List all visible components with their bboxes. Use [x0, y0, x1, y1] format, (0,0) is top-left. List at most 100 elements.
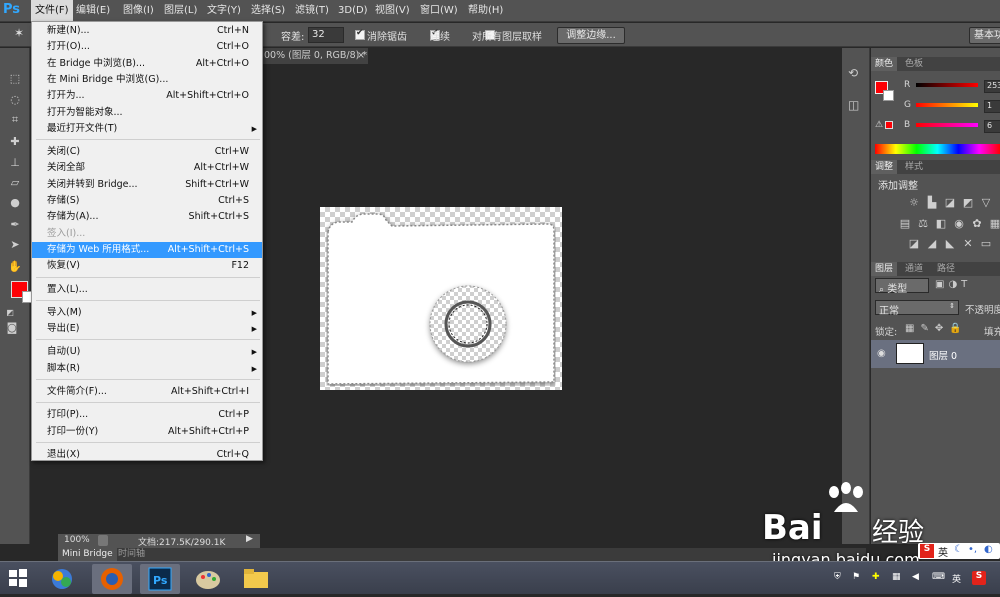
blur-icon[interactable]: ●	[7, 196, 23, 210]
file-menu-item[interactable]: 新建(N)... Ctrl+N	[32, 23, 262, 39]
menu-select[interactable]: 选择(S)	[247, 0, 289, 22]
g-slider[interactable]	[916, 103, 978, 107]
photoshop-taskbar-icon[interactable]: Ps	[140, 564, 180, 594]
volume-icon[interactable]: ◀	[912, 572, 919, 582]
g-value[interactable]: 1	[984, 100, 1000, 113]
ime-mode[interactable]: 英	[938, 544, 948, 559]
file-menu-item[interactable]: 关闭并转到 Bridge... Shift+Ctrl+W	[32, 177, 262, 193]
firefox-icon[interactable]	[92, 564, 132, 594]
file-menu-item[interactable]: 打印一份(Y) Alt+Shift+Ctrl+P	[32, 424, 262, 440]
layer-name[interactable]: 图层 0	[929, 348, 957, 362]
tab-adjustments[interactable]: 调整	[871, 160, 898, 174]
file-menu-item[interactable]: 导入(M) ▶	[32, 305, 262, 321]
menu-window[interactable]: 窗口(W)	[416, 0, 462, 22]
zoom-level[interactable]: 100%	[64, 535, 90, 545]
punctuation-icon[interactable]: •,	[968, 544, 977, 555]
status-menu-icon[interactable]	[98, 535, 108, 546]
eraser-icon[interactable]: ▱	[7, 176, 23, 190]
tab-paths[interactable]: 路径	[933, 262, 959, 276]
bw-icon[interactable]: ◧	[935, 218, 947, 230]
tab-timeline[interactable]: 时间轴	[114, 548, 149, 561]
menu-edit[interactable]: 编辑(E)	[72, 0, 114, 22]
tab-mini-bridge[interactable]: Mini Bridge	[58, 548, 117, 561]
pen-icon[interactable]: ✒	[7, 218, 23, 232]
input-language[interactable]: 英	[952, 572, 961, 585]
file-menu-item[interactable]: 打印(P)... Ctrl+P	[32, 407, 262, 423]
tab-swatches[interactable]: 色板	[901, 57, 927, 71]
color-spectrum[interactable]	[875, 144, 1000, 154]
menu-filter[interactable]: 滤镜(T)	[291, 0, 333, 22]
explorer-icon[interactable]	[236, 564, 276, 594]
menu-view[interactable]: 视图(V)	[371, 0, 414, 22]
tolerance-input[interactable]: 32	[308, 27, 344, 43]
crop-icon[interactable]: ⌗	[7, 113, 23, 127]
windows-start-icon[interactable]	[8, 568, 28, 588]
stamp-icon[interactable]: ⊥	[7, 156, 23, 170]
security-icon[interactable]: ✚	[872, 572, 880, 582]
file-menu-item[interactable]: 恢复(V) F12	[32, 258, 262, 274]
file-menu-item[interactable]: 关闭(C) Ctrl+W	[32, 144, 262, 160]
tab-styles[interactable]: 样式	[901, 160, 927, 174]
posterize-icon[interactable]: ◢	[926, 238, 938, 250]
antialias-checkbox[interactable]	[355, 28, 365, 40]
menu-type[interactable]: 文字(Y)	[203, 0, 245, 22]
gradient-map-icon[interactable]: ▭	[980, 238, 992, 250]
color-lookup-icon[interactable]: ▦	[989, 218, 1000, 230]
file-menu-item[interactable]: 打开(O)... Ctrl+O	[32, 39, 262, 55]
close-tab-icon[interactable]: ×	[357, 48, 365, 64]
lock-icons[interactable]: ▦✎✥🔒	[905, 323, 968, 334]
file-menu-item[interactable]: 打开为智能对象...	[32, 105, 262, 121]
tab-color[interactable]: 颜色	[871, 57, 898, 71]
taskbar-app-icon[interactable]	[42, 564, 82, 594]
hand-icon[interactable]: ✋	[7, 260, 23, 274]
levels-icon[interactable]: ▙	[926, 197, 938, 209]
sogou-ime-icon[interactable]: S	[920, 544, 934, 558]
file-menu-item[interactable]: 在 Bridge 中浏览(B)... Alt+Ctrl+O	[32, 56, 262, 72]
quick-mask-icon[interactable]: ◙	[4, 321, 20, 335]
document-canvas[interactable]	[320, 207, 562, 390]
file-menu-item[interactable]: 自动(U) ▶	[32, 344, 262, 360]
properties-icon[interactable]: ◫	[848, 98, 859, 112]
workspace-button[interactable]: 基本功	[969, 27, 1000, 44]
history-icon[interactable]: ⟲	[848, 66, 858, 80]
hue-sat-icon[interactable]: ▤	[899, 218, 911, 230]
swap-colors-icon[interactable]: ◩	[2, 306, 18, 320]
menu-layer[interactable]: 图层(L)	[160, 0, 201, 22]
layer-filter-icons[interactable]: ▣◑T	[935, 279, 971, 290]
paint-icon[interactable]	[188, 564, 228, 594]
gamut-swatch[interactable]	[885, 121, 893, 129]
file-menu-item[interactable]: 导出(E) ▶	[32, 321, 262, 337]
brightness-icon[interactable]: ☼	[908, 197, 920, 209]
photo-filter-icon[interactable]: ◉	[953, 218, 965, 230]
tab-layers[interactable]: 图层	[871, 262, 898, 276]
shield-icon[interactable]: ⛨	[834, 572, 841, 582]
invert-icon[interactable]: ◪	[908, 238, 920, 250]
lasso-icon[interactable]: ◌	[7, 93, 23, 107]
file-menu-item[interactable]: 关闭全部 Alt+Ctrl+W	[32, 160, 262, 176]
ime-skin-icon[interactable]: ◐	[984, 544, 993, 555]
refine-edge-button[interactable]: 调整边缘...	[557, 27, 625, 44]
visibility-eye-icon[interactable]: ◉	[877, 348, 886, 359]
exposure-icon[interactable]: ◩	[962, 197, 974, 209]
sogou-icon[interactable]: S	[972, 571, 986, 585]
file-menu-item[interactable]: 存储为(A)... Shift+Ctrl+S	[32, 209, 262, 225]
file-menu-item[interactable]: 存储(S) Ctrl+S	[32, 193, 262, 209]
file-menu-item[interactable]: 退出(X) Ctrl+Q	[32, 447, 262, 463]
tab-channels[interactable]: 通道	[901, 262, 927, 276]
threshold-icon[interactable]: ◣	[944, 238, 956, 250]
file-menu-item[interactable]: 在 Mini Bridge 中浏览(G)...	[32, 72, 262, 88]
magic-wand-icon[interactable]: ✶	[14, 26, 24, 40]
status-arrow-icon[interactable]: ▶	[246, 534, 253, 544]
file-menu-item[interactable]: 文件简介(F)... Alt+Shift+Ctrl+I	[32, 384, 262, 400]
moon-icon[interactable]: ☾	[954, 544, 963, 555]
menu-file[interactable]: 文件(F)	[31, 0, 73, 22]
menu-image[interactable]: 图像(I)	[119, 0, 158, 22]
curves-icon[interactable]: ◪	[944, 197, 956, 209]
marquee-icon[interactable]: ⬚	[7, 72, 23, 86]
color-panel-background[interactable]	[883, 90, 894, 101]
b-slider[interactable]	[916, 123, 978, 127]
layer-row[interactable]: ◉ 图层 0	[871, 340, 1000, 368]
b-value[interactable]: 6	[984, 120, 1000, 133]
vibrance-icon[interactable]: ▽	[980, 197, 992, 209]
menu-help[interactable]: 帮助(H)	[464, 0, 507, 22]
